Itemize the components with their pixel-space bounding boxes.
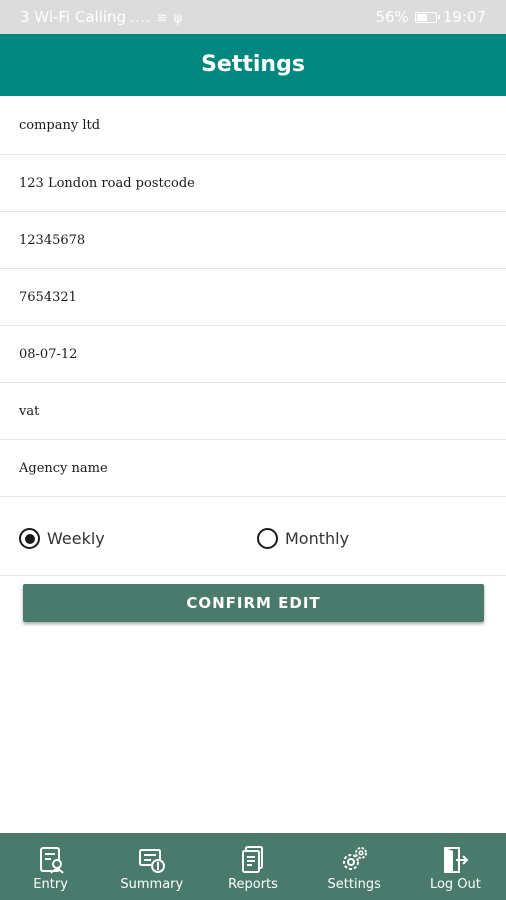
address-field[interactable]: 123 London road postcode <box>0 155 506 212</box>
nav-label: Log Out <box>429 877 481 892</box>
nav-label: Summary <box>120 877 184 892</box>
frequency-radio-group: Weekly Monthly <box>0 503 506 576</box>
settings-fields: company ltd 123 London road postcode 123… <box>0 96 506 497</box>
weekly-radio[interactable]: Weekly <box>19 528 105 549</box>
carrier-text: 3 Wi-Fi Calling <box>20 8 127 26</box>
nav-label: Reports <box>228 877 278 892</box>
clock: 19:07 <box>442 8 486 26</box>
page-title: Settings <box>201 52 305 77</box>
battery-fill <box>416 13 427 21</box>
confirm-edit-button[interactable]: CONFIRM EDIT <box>23 584 484 622</box>
number-field-2[interactable]: 7654321 <box>0 269 506 326</box>
nav-item-entry[interactable]: Entry <box>0 833 101 900</box>
nav-item-settings[interactable]: Settings <box>304 833 405 900</box>
nav-label: Settings <box>327 877 381 892</box>
monthly-radio[interactable]: Monthly <box>257 528 349 549</box>
status-left: 3 Wi-Fi Calling.... ≋ ψ <box>20 8 182 26</box>
settings-gear-icon <box>343 847 368 870</box>
number-field-1[interactable]: 12345678 <box>0 212 506 269</box>
field-value: company ltd <box>19 117 101 133</box>
agency-name-field[interactable]: Agency name <box>0 440 506 497</box>
status-right: 56% 19:07 <box>375 8 486 26</box>
entry-icon <box>39 847 64 874</box>
usb-icon: ψ <box>173 11 183 26</box>
nav-item-summary[interactable]: Summary <box>101 833 202 900</box>
field-value: 123 London road postcode <box>19 175 195 191</box>
app-bar: Settings <box>0 34 506 96</box>
radio-circle-icon <box>19 528 40 549</box>
radio-label: Weekly <box>47 529 105 548</box>
field-value: vat <box>19 403 40 419</box>
company-name-field[interactable]: company ltd <box>0 96 506 155</box>
reports-icon <box>242 846 263 873</box>
status-bar: 3 Wi-Fi Calling.... ≋ ψ 56% 19:07 <box>0 0 506 34</box>
radio-label: Monthly <box>285 529 350 548</box>
bottom-nav: Entry Summary Reports Settings Log Out <box>0 833 506 900</box>
date-code-field[interactable]: 08-07-12 <box>0 326 506 383</box>
field-value: 08-07-12 <box>19 346 78 362</box>
radio-circle-icon <box>257 528 278 549</box>
battery-icon <box>414 11 440 23</box>
vat-field[interactable]: vat <box>0 383 506 440</box>
summary-icon <box>138 849 165 873</box>
field-value: 12345678 <box>19 232 86 248</box>
field-value: Agency name <box>19 460 108 476</box>
nav-item-reports[interactable]: Reports <box>202 833 303 900</box>
wifi-icon: ≋ <box>156 11 168 26</box>
logout-icon <box>444 847 469 873</box>
signal-dots: .... <box>130 11 151 26</box>
battery-percent: 56% <box>375 8 409 26</box>
nav-label: Entry <box>33 877 68 892</box>
nav-item-logout[interactable]: Log Out <box>405 833 506 900</box>
field-value: 7654321 <box>19 289 77 305</box>
